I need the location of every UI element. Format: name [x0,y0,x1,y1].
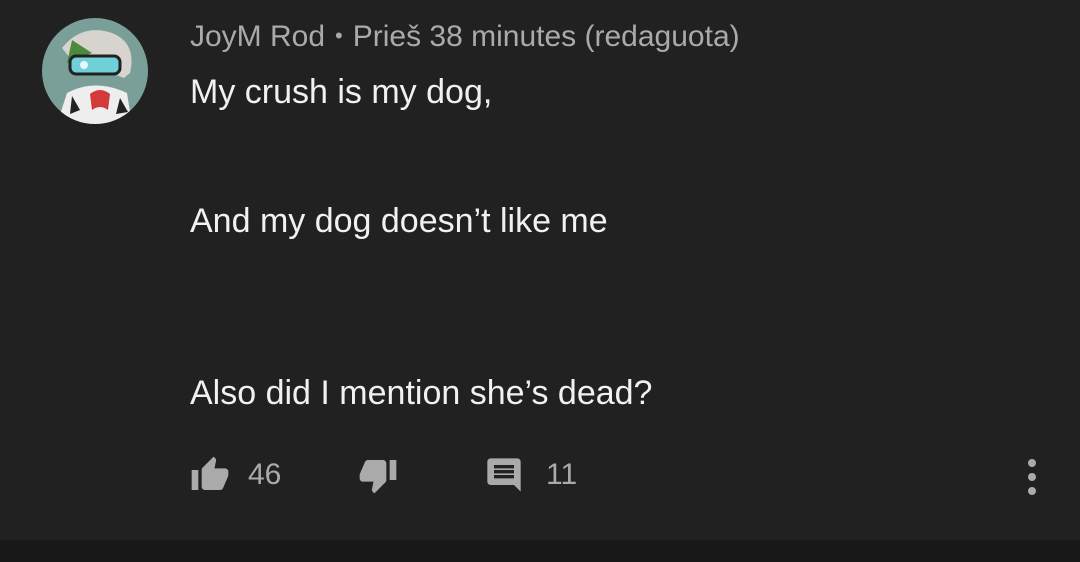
comment-text-line-2: And my dog doesn’t like me [190,202,608,240]
comment-thread: JoyM Rod • Prieš 38 minutes (redaguota) My… [0,0,1080,540]
reply-count: 11 [546,458,578,491]
timestamp: Prieš 38 minutes (redaguota) [352,20,740,53]
replies-button[interactable]: 11 [484,452,577,498]
bottom-divider-bar [0,540,1080,562]
comment-text-line-3: Also did I mention she’s dead? [190,374,653,412]
like-button[interactable]: 46 [188,452,281,498]
separator-dot: • [335,23,343,48]
thumbs-up-icon [188,455,232,495]
like-count: 46 [248,458,282,491]
thumbs-down-icon [356,455,400,495]
comment-header: JoyM Rod • Prieš 38 minutes (redaguota) [190,19,740,57]
avatar[interactable] [42,18,148,124]
avatar-image [42,18,148,124]
comment-icon [484,455,524,495]
author-name[interactable]: JoyM Rod [190,20,325,53]
dislike-button[interactable] [356,452,400,498]
more-options-button[interactable] [1016,452,1048,502]
more-vertical-icon [1016,459,1048,506]
comment-text-line-1: My crush is my dog, [190,73,493,111]
